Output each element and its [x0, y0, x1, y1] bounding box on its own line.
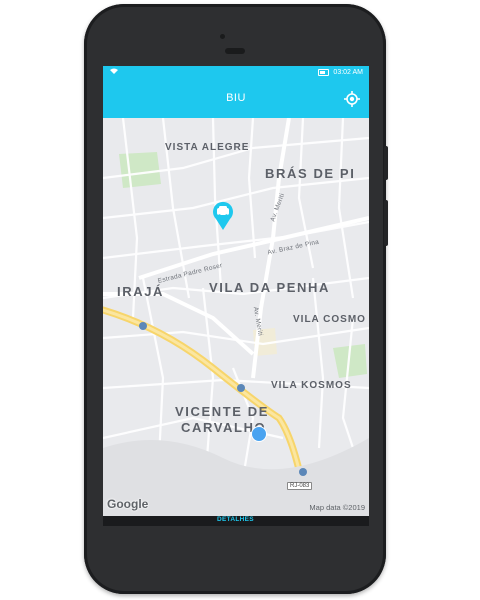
power-button: [384, 200, 388, 246]
bottom-nav: DETALHES: [103, 516, 369, 526]
neighborhood-label: VISTA ALEGRE: [165, 142, 250, 153]
phone-screen: 03:02 AM BIU VISTA ALEGRE BRÁS DE PI IRA…: [103, 66, 369, 526]
app-title: BIU: [226, 92, 246, 104]
neighborhood-label: BRÁS DE PI: [265, 166, 356, 181]
app-bar: BIU: [103, 80, 369, 118]
neighborhood-label: VICENTE DE: [175, 404, 270, 419]
volume-button: [384, 146, 388, 180]
earpiece-speaker: [225, 48, 245, 54]
neighborhood-label: IRAJÁ: [117, 284, 165, 299]
google-logo: Google: [107, 497, 149, 511]
map-view[interactable]: VISTA ALEGRE BRÁS DE PI IRAJÁ VILA DA PE…: [103, 118, 369, 516]
neighborhood-label: VILA KOSMOS: [271, 380, 352, 391]
tab-detalhes[interactable]: DETALHES: [217, 516, 254, 523]
map-attribution[interactable]: Map data ©2019: [309, 503, 365, 512]
highway-shield: RJ-083: [287, 482, 313, 490]
front-camera: [220, 34, 225, 39]
neighborhood-label: VILA DA PENHA: [209, 280, 330, 295]
battery-icon: [318, 69, 330, 76]
status-time: 03:02 AM: [333, 69, 363, 76]
neighborhood-label: VILA COSMO: [293, 314, 366, 325]
gps-locate-icon[interactable]: [343, 90, 361, 108]
wifi-icon: [110, 68, 118, 76]
status-right: 03:02 AM: [318, 69, 363, 76]
status-bar: 03:02 AM: [103, 66, 369, 80]
